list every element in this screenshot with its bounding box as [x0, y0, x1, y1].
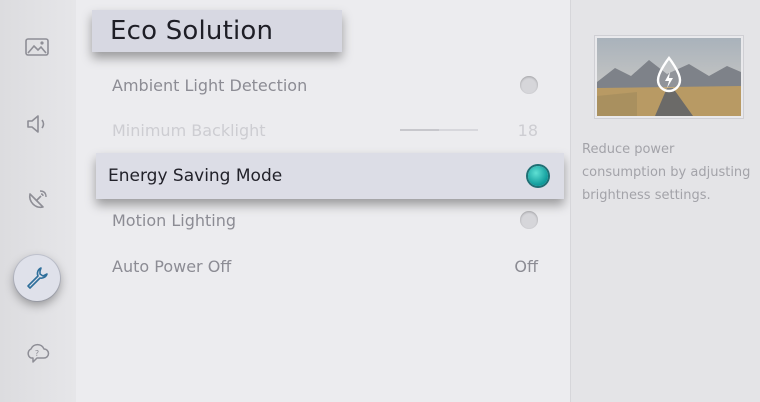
eco-thumbnail [595, 36, 743, 118]
cloud-question-icon: ? [27, 343, 50, 363]
auto-power-off-label: Auto Power Off [112, 256, 232, 276]
sidebar-item-support[interactable]: ? [14, 330, 60, 376]
info-panel: Reduce power consumption by adjusting br… [570, 0, 760, 402]
menu-item-motion-lighting[interactable]: Motion Lighting [112, 201, 538, 239]
menu-item-min-backlight: Minimum Backlight 18 [112, 111, 538, 149]
min-backlight-slider-fill [399, 129, 439, 131]
energy-saving-label: Energy Saving Mode [108, 166, 283, 186]
sidebar-item-sound[interactable] [14, 101, 60, 147]
min-backlight-control: 18 [399, 120, 538, 140]
svg-text:?: ? [35, 349, 39, 358]
sidebar-item-general[interactable] [14, 255, 60, 301]
speaker-icon [27, 115, 45, 133]
satellite-dish-icon [28, 190, 47, 209]
auto-power-off-value: Off [514, 256, 538, 276]
page-title: Eco Solution [110, 16, 274, 46]
page-title-card: Eco Solution [92, 10, 342, 52]
menu-item-energy-saving[interactable]: Energy Saving Mode [96, 153, 564, 199]
min-backlight-label: Minimum Backlight [112, 120, 266, 140]
energy-saving-toggle[interactable] [528, 166, 548, 186]
min-backlight-slider [399, 129, 478, 131]
sidebar-item-broadcasting[interactable] [14, 177, 60, 223]
motion-lighting-label: Motion Lighting [112, 210, 236, 230]
ambient-light-toggle[interactable] [520, 76, 538, 94]
menu-item-ambient-light[interactable]: Ambient Light Detection [112, 66, 538, 104]
description-text: Reduce power consumption by adjusting br… [582, 142, 751, 203]
picture-icon [25, 38, 49, 56]
eco-solution-panel: Eco Solution Ambient Light Detection Min… [76, 0, 570, 402]
min-backlight-value: 18 [517, 120, 538, 140]
eco-drop-icon [656, 56, 682, 93]
sidebar-item-picture[interactable] [14, 24, 60, 70]
menu-item-auto-power-off[interactable]: Auto Power Off Off [112, 247, 538, 285]
motion-lighting-toggle[interactable] [520, 211, 538, 229]
settings-sidebar: ? [0, 0, 77, 402]
ambient-light-label: Ambient Light Detection [112, 75, 308, 95]
wrench-icon [27, 267, 48, 289]
